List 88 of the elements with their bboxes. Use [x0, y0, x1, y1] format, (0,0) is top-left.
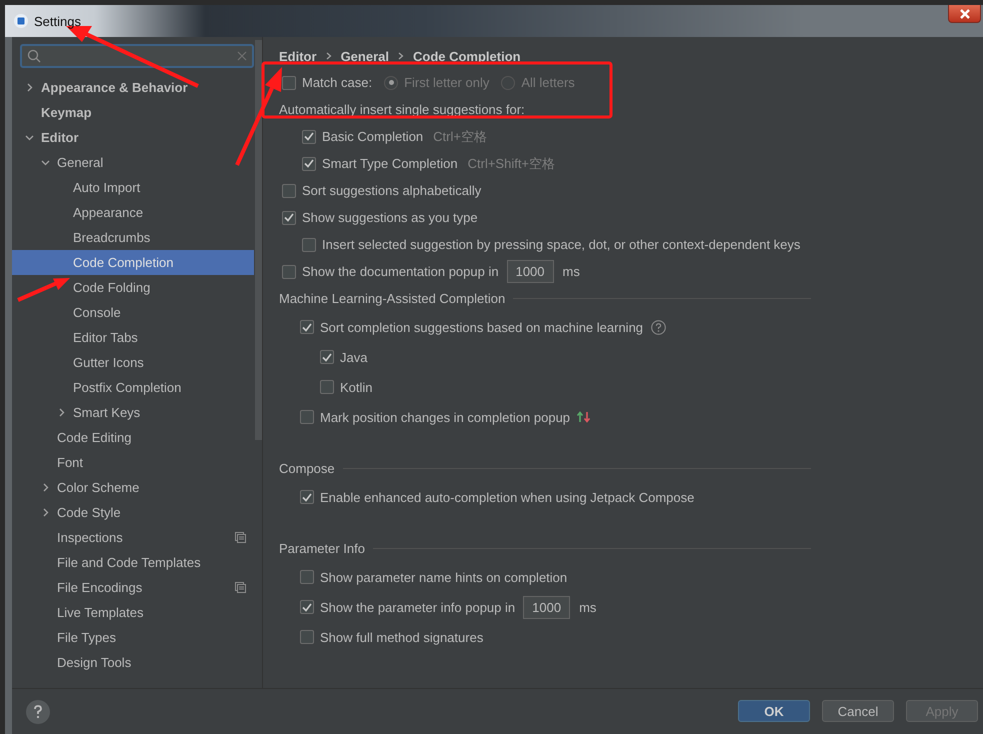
unit-label: ms	[562, 264, 580, 279]
checkbox-label: Show the documentation popup in	[302, 264, 499, 279]
checkbox-label: Enable enhanced auto-completion when using Jetpack Compose	[320, 490, 694, 504]
radio-label: All letters	[521, 75, 575, 90]
checkbox[interactable]	[300, 600, 314, 614]
checkbox[interactable]	[302, 238, 316, 252]
checkbox-label: Sort suggestions alphabetically	[302, 183, 482, 198]
clear-icon[interactable]	[237, 51, 247, 61]
radio-button[interactable]	[384, 76, 398, 90]
up-down-arrows-icon	[576, 411, 592, 423]
help-icon[interactable]	[651, 320, 666, 334]
tree-item[interactable]: Code Folding	[12, 275, 156, 300]
tree-item[interactable]: Inspections	[12, 525, 129, 550]
checkbox-label: Match case:	[302, 75, 372, 90]
checkbox[interactable]	[302, 156, 316, 170]
shortcut-hint: Ctrl+空格	[433, 128, 487, 146]
tree-item[interactable]: Color Scheme	[12, 475, 146, 500]
window-title: Settings	[34, 14, 81, 28]
tree-item[interactable]: Console	[12, 300, 127, 325]
tree-item[interactable]: Code Style	[12, 500, 127, 525]
tree-item[interactable]: Live Templates	[12, 600, 150, 625]
close-button[interactable]	[948, 5, 981, 23]
checkbox[interactable]	[282, 264, 296, 278]
checkbox-label: Sort completion suggestions based on machine learning	[320, 320, 644, 334]
search-field[interactable]	[20, 44, 254, 68]
checkbox-label: Java	[340, 350, 368, 364]
help-button[interactable]	[26, 700, 50, 724]
chevron-icon	[326, 52, 332, 60]
tree-item[interactable]: Appearance	[12, 200, 150, 225]
search-icon	[27, 49, 41, 63]
checkbox-label: Basic Completion	[322, 129, 424, 144]
tree-item[interactable]: Auto Import	[12, 175, 146, 200]
help-icon	[33, 705, 43, 719]
number-field[interactable]: 1000	[506, 260, 554, 283]
option-heading: Automatically insert single suggestions for:	[279, 102, 525, 117]
tree-item[interactable]: File and Code Templates	[12, 550, 207, 575]
breadcrumb-item[interactable]: Editor	[279, 48, 317, 64]
checkbox[interactable]	[320, 350, 334, 364]
dialog-button[interactable]: Cancel	[822, 700, 894, 722]
checkbox-label: Show suggestions as you type	[302, 210, 478, 225]
checkbox[interactable]	[302, 130, 316, 144]
checkbox[interactable]	[320, 380, 334, 394]
checkbox-label: Show the parameter info popup in	[320, 600, 516, 614]
checkbox-label: Smart Type Completion	[322, 156, 458, 171]
shortcut-hint: Ctrl+Shift+空格	[468, 154, 556, 172]
checkbox[interactable]	[300, 410, 314, 424]
checkbox[interactable]	[300, 490, 314, 504]
tree-item[interactable]: Breadcrumbs	[12, 225, 156, 250]
tree-item[interactable]: General	[12, 150, 110, 175]
tree-item[interactable]: Appearance & Behavior	[12, 75, 194, 100]
checkbox[interactable]	[282, 210, 296, 224]
tree-item[interactable]: Smart Keys	[12, 400, 146, 425]
tree-item[interactable]: Keymap	[12, 100, 98, 125]
checkbox-label: Show parameter name hints on completion	[320, 570, 568, 584]
tree-item[interactable]: Font	[12, 450, 90, 475]
section-title: Parameter Info	[279, 541, 365, 556]
section-title: Compose	[279, 461, 335, 476]
checkbox-label: Insert selected suggestion by pressing space, dot, or other context-dependent keys	[322, 237, 800, 252]
breadcrumb-item[interactable]: Code Completion	[412, 48, 521, 64]
number-field[interactable]: 1000	[523, 596, 570, 618]
tree-item[interactable]: Gutter Icons	[12, 350, 150, 375]
checkbox-label: Show full method signatures	[320, 630, 484, 644]
checkbox[interactable]	[300, 320, 314, 334]
checkbox-label: Mark position changes in completion popup	[320, 410, 570, 424]
checkbox-label: Kotlin	[340, 380, 373, 394]
tree-item[interactable]: Editor Tabs	[12, 325, 144, 350]
tree-item[interactable]: Code Completion	[12, 250, 254, 275]
checkbox[interactable]	[282, 184, 296, 198]
checkbox[interactable]	[300, 630, 314, 644]
scrollbar[interactable]	[255, 40, 262, 440]
radio-label: First letter only	[404, 75, 490, 90]
unit-label: ms	[579, 600, 596, 614]
tree-item[interactable]: Code Editing	[12, 425, 138, 450]
checkbox[interactable]	[300, 570, 314, 584]
tree-item[interactable]: Postfix Completion	[12, 375, 188, 400]
section-title: Machine Learning-Assisted Completion	[279, 291, 506, 306]
tree-item[interactable]: File Types	[12, 625, 122, 650]
breadcrumb-item[interactable]: General	[340, 48, 389, 64]
checkbox[interactable]	[282, 76, 296, 90]
radio-button[interactable]	[501, 76, 516, 90]
tree-item[interactable]: Editor	[12, 125, 85, 150]
app-icon	[14, 14, 28, 28]
dialog-button[interactable]: OK	[738, 700, 810, 722]
close-icon	[958, 8, 970, 18]
chevron-icon	[398, 52, 404, 60]
tree-item[interactable]: Design Tools	[12, 650, 138, 675]
tree-item[interactable]: File Encodings	[12, 575, 148, 600]
annotation-arrow	[17, 278, 70, 302]
